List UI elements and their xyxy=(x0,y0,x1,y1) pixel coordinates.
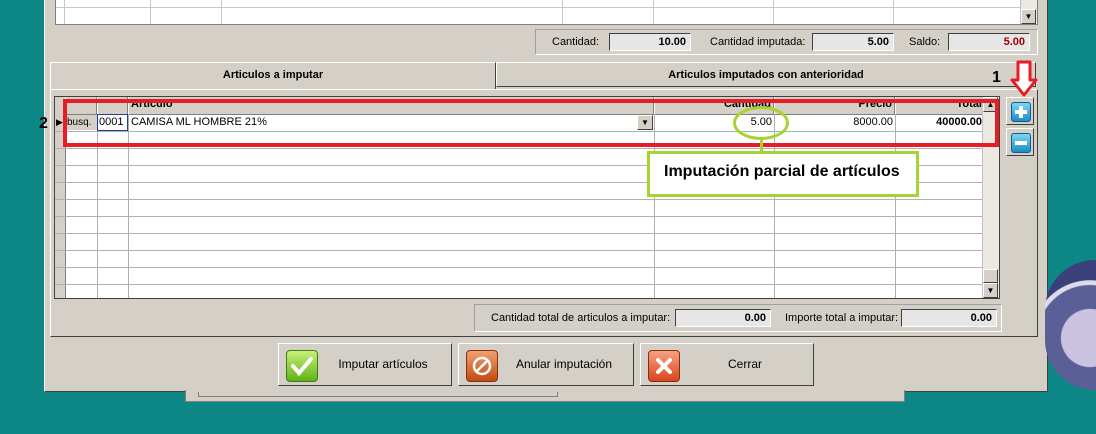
cantidad-field: 10.00 xyxy=(609,33,691,51)
totals-panel: Cantidad total de articulos a imputar: 0… xyxy=(474,304,1002,332)
scroll-thumb[interactable] xyxy=(983,269,998,283)
background-window-strip xyxy=(185,390,905,402)
upper-grid: ▼ xyxy=(55,0,1038,25)
anular-imputacion-button[interactable]: Anular imputación xyxy=(458,343,634,386)
cerrar-button[interactable]: Cerrar xyxy=(640,343,814,386)
importe-total-label: Importe total a imputar: xyxy=(785,312,899,324)
add-row-button[interactable] xyxy=(1006,97,1034,125)
current-row-marker-icon: ▶ xyxy=(56,117,63,127)
check-icon xyxy=(286,350,318,382)
imputar-label: Imputar artículos xyxy=(338,357,428,371)
close-icon xyxy=(648,350,680,382)
imputar-articulos-button[interactable]: Imputar artículos xyxy=(278,343,452,386)
annotation-number-1: 1 xyxy=(992,69,1001,86)
plus-icon xyxy=(1011,102,1031,122)
summary-panel: Cantidad: 10.00 Cantidad imputada: 5.00 … xyxy=(535,29,1038,55)
saldo-label: Saldo: xyxy=(909,36,941,48)
minus-icon xyxy=(1011,133,1031,153)
scroll-down-button[interactable]: ▼ xyxy=(983,283,998,298)
cantidad-label: Cantidad: xyxy=(552,36,600,48)
cancel-icon xyxy=(466,350,498,382)
tab-articulos-a-imputar[interactable]: Articulos a imputar xyxy=(50,62,496,90)
scroll-down-button[interactable]: ▼ xyxy=(1021,9,1036,24)
cerrar-label: Cerrar xyxy=(727,357,762,371)
annotation-down-arrow-icon xyxy=(1010,60,1038,97)
brand-logo xyxy=(1045,260,1096,390)
anular-label: Anular imputación xyxy=(515,357,613,371)
importe-total-field: 0.00 xyxy=(901,309,997,327)
cantidad-total-field: 0.00 xyxy=(675,309,771,327)
annotation-red-box xyxy=(63,99,999,147)
cantidad-imputada-label: Cantidad imputada: xyxy=(710,36,806,48)
annotation-callout: Imputación parcial de artículos xyxy=(647,151,919,197)
annotation-number-2: 2 xyxy=(39,115,48,132)
saldo-field: 5.00 xyxy=(948,33,1030,51)
annotation-green-ellipse xyxy=(733,106,789,140)
cantidad-imputada-field: 5.00 xyxy=(812,33,894,51)
upper-grid-scrollbar[interactable]: ▼ xyxy=(1020,0,1037,24)
remove-row-button[interactable] xyxy=(1006,128,1034,156)
cantidad-total-label: Cantidad total de articulos a imputar: xyxy=(491,312,671,324)
tab-articulos-imputados[interactable]: Articulos imputados con anterioridad xyxy=(496,62,1036,87)
